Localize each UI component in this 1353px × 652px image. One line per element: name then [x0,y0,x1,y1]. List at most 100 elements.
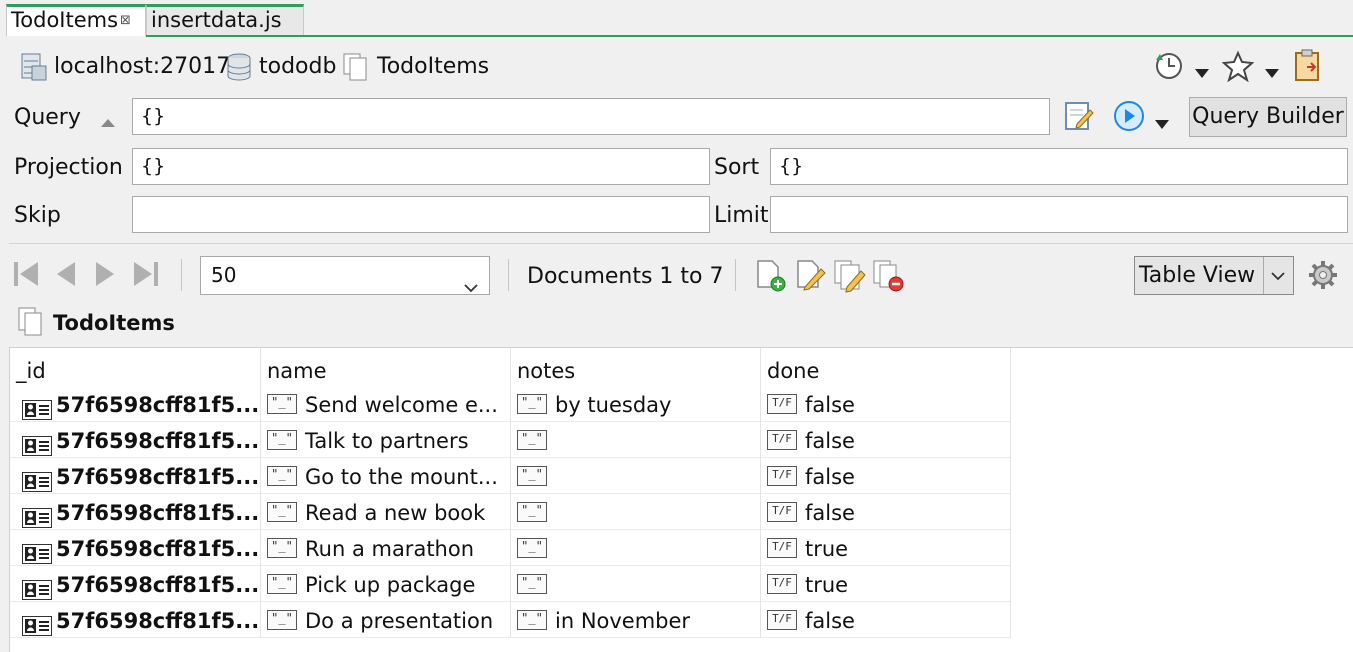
done-cell[interactable]: T/F false [761,458,1011,494]
favorites-dropdown-icon[interactable] [1265,60,1279,84]
boolean-type-icon: T/F [767,466,797,486]
id-cell[interactable]: 57f6598cff81f5... [10,422,261,458]
tab-todoitems[interactable]: TodoItems ⊠ [6,4,146,36]
done-cell[interactable]: T/F true [761,566,1011,602]
notes-cell[interactable]: "_" by tuesday [511,386,761,422]
boolean-type-icon: T/F [767,610,797,630]
done-value: false [805,465,855,489]
collapse-query-icon[interactable] [100,110,116,134]
delete-documents-icon[interactable] [872,259,908,298]
clipboard-icon[interactable] [1293,49,1323,88]
notes-cell[interactable]: "_" [511,530,761,566]
name-cell[interactable]: "_" Run a marathon [261,530,511,566]
star-icon[interactable] [1221,50,1255,87]
column-header-done[interactable]: done [761,348,1011,386]
table-row[interactable]: 57f6598cff81f5... "_" Do a presentation "_"… [10,602,1011,638]
table-row[interactable]: 57f6598cff81f5... "_" Send welcome e... "_"… [10,386,1011,422]
name-value: Talk to partners [305,429,469,453]
string-type-icon: "_" [517,574,547,594]
column-header-name[interactable]: name [261,348,511,386]
breadcrumb-database[interactable]: tododb [259,51,336,83]
close-tab-icon[interactable]: ⊠ [120,13,131,28]
id-cell[interactable]: 57f6598cff81f5... [10,386,261,422]
query-label: Query [14,105,81,130]
notes-cell[interactable]: "_" in November [511,602,761,638]
done-cell[interactable]: T/F false [761,386,1011,422]
view-mode-select[interactable]: Table View [1134,256,1294,295]
string-type-icon: "_" [267,502,297,522]
gear-icon[interactable] [1306,259,1340,296]
name-cell[interactable]: "_" Read a new book [261,494,511,530]
notes-cell[interactable]: "_" [511,494,761,530]
breadcrumb-server[interactable]: localhost:27017 [54,51,230,83]
name-cell[interactable]: "_" Pick up package [261,566,511,602]
sort-input[interactable]: {} [770,148,1348,185]
table-row[interactable]: 57f6598cff81f5... "_" Pick up package "_" T/… [10,566,1011,602]
string-type-icon: "_" [517,610,547,630]
string-type-icon: "_" [517,466,547,486]
string-type-icon: "_" [517,394,547,414]
string-type-icon: "_" [267,430,297,450]
boolean-type-icon: T/F [767,430,797,450]
name-cell[interactable]: "_" Talk to partners [261,422,511,458]
done-cell[interactable]: T/F false [761,494,1011,530]
table-row[interactable]: 57f6598cff81f5... "_" Go to the mount... "_… [10,458,1011,494]
object-id-icon [22,394,52,420]
table-row[interactable]: 57f6598cff81f5... "_" Run a marathon "_" T/F… [10,530,1011,566]
skip-input[interactable] [132,196,710,233]
column-header-notes[interactable]: notes [511,348,761,386]
name-cell[interactable]: "_" Send welcome e... [261,386,511,422]
id-cell[interactable]: 57f6598cff81f5... [10,566,261,602]
notes-cell[interactable]: "_" [511,566,761,602]
column-header-id[interactable]: _id [10,348,261,386]
toolbar-separator [181,259,182,291]
previous-page-icon[interactable] [53,259,77,294]
last-page-icon[interactable] [132,259,160,294]
history-dropdown-icon[interactable] [1195,60,1209,84]
next-page-icon[interactable] [94,259,118,294]
edit-query-icon[interactable] [1063,100,1095,137]
query-input[interactable]: {} [132,98,1050,135]
name-value: Send welcome e... [305,393,498,417]
limit-input[interactable] [770,196,1348,233]
id-cell[interactable]: 57f6598cff81f5... [10,494,261,530]
done-value: true [805,573,849,597]
id-value: 57f6598cff81f5... [56,429,260,453]
notes-cell[interactable]: "_" [511,458,761,494]
id-cell[interactable]: 57f6598cff81f5... [10,602,261,638]
table-row[interactable]: 57f6598cff81f5... "_" Talk to partners "_" T… [10,422,1011,458]
object-id-icon [22,574,52,600]
string-type-icon: "_" [517,538,547,558]
name-cell[interactable]: "_" Go to the mount... [261,458,511,494]
run-query-icon[interactable] [1112,100,1146,137]
tab-underline [146,35,1353,37]
collection-title: TodoItems [53,311,175,335]
edit-multiple-documents-icon[interactable] [833,259,869,298]
id-cell[interactable]: 57f6598cff81f5... [10,458,261,494]
name-cell[interactable]: "_" Do a presentation [261,602,511,638]
done-cell[interactable]: T/F true [761,530,1011,566]
page-size-select[interactable]: 50 [200,256,490,295]
query-builder-button[interactable]: Query Builder [1189,97,1347,137]
server-icon [20,52,48,87]
breadcrumb-collection[interactable]: TodoItems [377,51,489,83]
done-cell[interactable]: T/F false [761,602,1011,638]
id-cell[interactable]: 57f6598cff81f5... [10,530,261,566]
table-row[interactable]: 57f6598cff81f5... "_" Read a new book "_" T/… [10,494,1011,530]
tab-insertdata[interactable]: insertdata.js [146,4,304,35]
tab-insertdata-label: insertdata.js [151,8,282,32]
name-value: Go to the mount... [305,465,498,489]
run-options-dropdown-icon[interactable] [1155,111,1169,135]
projection-input[interactable]: {} [132,148,710,185]
notes-cell[interactable]: "_" [511,422,761,458]
first-page-icon[interactable] [12,259,40,294]
edit-document-icon[interactable] [795,259,829,298]
collection-icon [342,52,374,87]
view-mode-dropdown[interactable] [1263,257,1292,294]
sort-label: Sort [714,155,760,180]
object-id-icon [22,466,52,492]
history-icon[interactable] [1153,50,1187,87]
add-document-icon[interactable] [755,259,789,298]
done-value: false [805,429,855,453]
done-cell[interactable]: T/F false [761,422,1011,458]
